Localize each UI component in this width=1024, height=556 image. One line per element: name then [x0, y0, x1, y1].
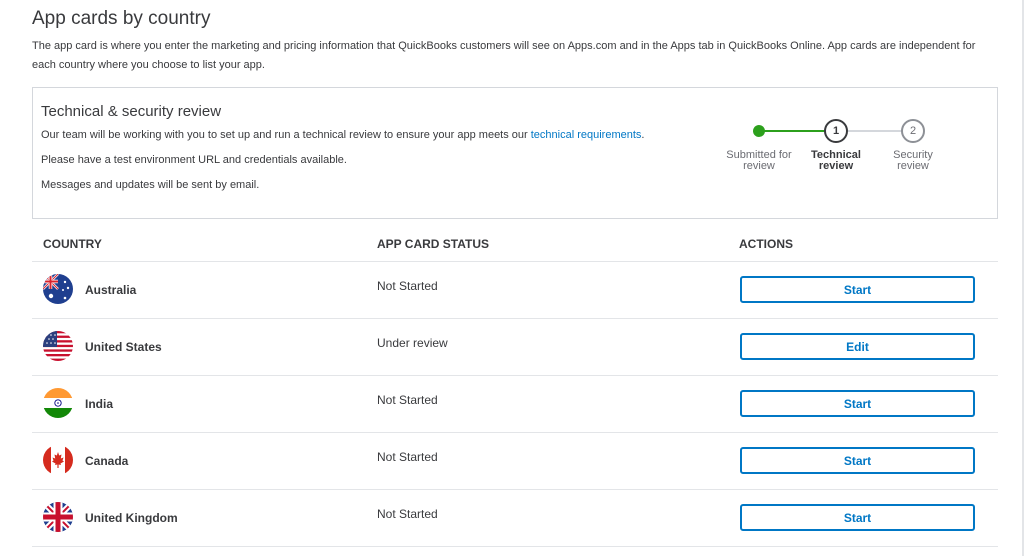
review-progress-stepper: 1 2 Submitted for review Technical revie…	[719, 88, 939, 188]
step-connector-complete	[759, 130, 826, 132]
app-card-status: Not Started	[377, 279, 438, 293]
country-name: United States	[85, 340, 162, 354]
table-row: Australia Not Started Start	[32, 262, 998, 319]
step-complete-dot-icon	[753, 125, 765, 137]
table-row: United Kingdom Not Started Start	[32, 490, 998, 547]
app-cards-page: App cards by country The app card is whe…	[0, 0, 1020, 556]
canada-flag-icon	[43, 445, 73, 475]
app-cards-table: COUNTRY APP CARD STATUS ACTIONS Australi…	[32, 228, 998, 547]
united-states-flag-icon	[43, 331, 73, 361]
united-kingdom-flag-icon	[43, 502, 73, 532]
page-title: App cards by country	[32, 8, 211, 29]
step-connector-pending	[848, 130, 902, 132]
country-name: Canada	[85, 454, 129, 468]
review-description: Our team will be working with you to set…	[41, 129, 644, 141]
column-header-country: COUNTRY	[43, 237, 102, 251]
start-canada-button[interactable]: Start	[740, 447, 975, 474]
step-security-label-line2: review	[897, 160, 929, 172]
review-card-title: Technical & security review	[41, 103, 222, 120]
start-australia-button[interactable]: Start	[740, 276, 975, 303]
column-header-actions: ACTIONS	[739, 237, 793, 251]
technical-requirements-link[interactable]: technical requirements	[531, 129, 642, 141]
country-name: United Kingdom	[85, 511, 178, 525]
app-card-status: Not Started	[377, 450, 438, 464]
app-card-status: Not Started	[377, 393, 438, 407]
test-environment-note: Please have a test environment URL and c…	[41, 154, 347, 166]
app-card-status: Under review	[377, 336, 448, 350]
table-row: India Not Started Start	[32, 376, 998, 433]
table-header: COUNTRY APP CARD STATUS ACTIONS	[32, 228, 998, 262]
table-row: Canada Not Started Start	[32, 433, 998, 490]
start-united-kingdom-button[interactable]: Start	[740, 504, 975, 531]
edit-united-states-button[interactable]: Edit	[740, 333, 975, 360]
review-description-text: Our team will be working with you to set…	[41, 129, 531, 141]
table-row: United States Under review Edit	[32, 319, 998, 376]
india-flag-icon	[43, 388, 73, 418]
page-intro: The app card is where you enter the mark…	[32, 40, 976, 71]
email-updates-note: Messages and updates will be sent by ema…	[41, 179, 260, 191]
country-name: India	[85, 397, 114, 411]
app-card-status: Not Started	[377, 507, 438, 521]
step-security-review-indicator: 2	[901, 119, 925, 143]
country-name: Australia	[85, 283, 137, 297]
review-description-end: .	[641, 129, 645, 141]
step-security-label: Security review	[868, 150, 958, 172]
start-india-button[interactable]: Start	[740, 390, 975, 417]
australia-flag-icon	[43, 274, 73, 304]
column-header-status: APP CARD STATUS	[377, 237, 490, 251]
step-technical-review-indicator: 1	[824, 119, 848, 143]
technical-security-review-card: Technical & security review Our team wil…	[32, 87, 998, 219]
